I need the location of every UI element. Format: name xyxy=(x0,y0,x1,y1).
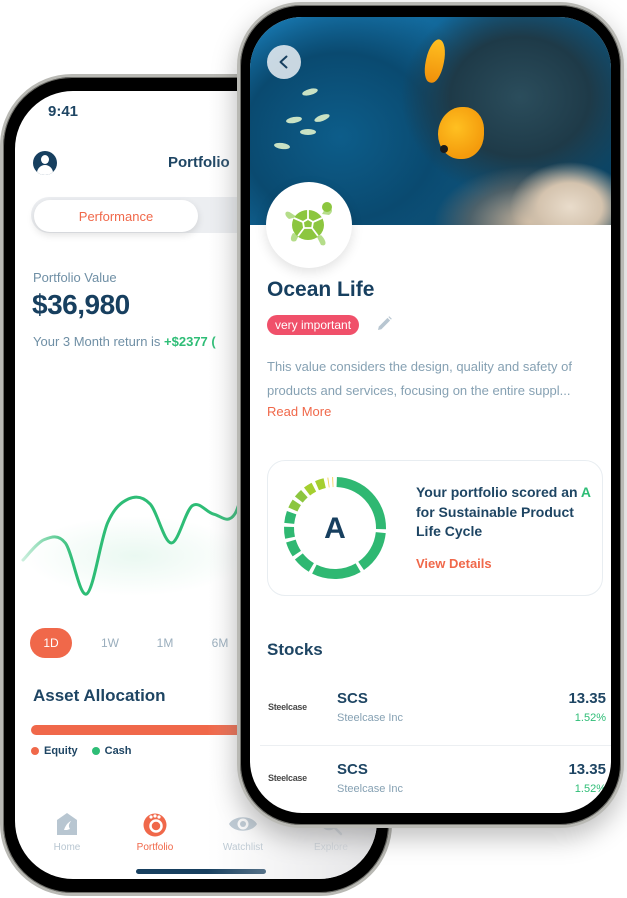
range-1d[interactable]: 1D xyxy=(30,628,72,658)
value-detail-phone: Ocean Life very important This value con… xyxy=(237,2,624,828)
small-fish-image xyxy=(313,112,331,124)
read-more-link[interactable]: Read More xyxy=(267,404,331,419)
stock-name: Steelcase Inc xyxy=(337,783,404,795)
time-range-selector: 1D 1W 1M 6M xyxy=(30,628,249,658)
stock-row[interactable]: Steelcase SCS Steelcase Inc 13.35 1.52% xyxy=(260,747,606,813)
chevron-left-icon xyxy=(279,55,288,69)
score-grade: A xyxy=(324,512,346,545)
stock-price: 13.35 xyxy=(568,761,606,778)
value-detail-screen: Ocean Life very important This value con… xyxy=(250,17,611,813)
allocation-legend: Equity Cash xyxy=(31,745,132,757)
asset-allocation-title: Asset Allocation xyxy=(33,686,166,705)
donut-segment xyxy=(294,553,315,572)
back-button[interactable] xyxy=(267,45,301,79)
legend-equity: Equity xyxy=(31,745,78,757)
pencil-icon[interactable] xyxy=(375,315,393,333)
donut-segment xyxy=(358,531,386,570)
company-logo: Steelcase xyxy=(268,773,307,783)
stock-ticker: SCS xyxy=(337,690,368,707)
value-title: Ocean Life xyxy=(267,278,375,301)
stock-ticker: SCS xyxy=(337,761,368,778)
page-title: Portfolio xyxy=(168,154,230,171)
score-donut: A xyxy=(284,477,386,579)
stock-name: Steelcase Inc xyxy=(337,712,404,724)
small-fish-image xyxy=(300,129,316,135)
cash-dot-icon xyxy=(91,747,100,756)
status-time: 9:41 xyxy=(48,103,79,120)
yellow-fish-image xyxy=(421,37,449,85)
range-1w[interactable]: 1W xyxy=(84,628,136,658)
score-card: A Your portfolio scored an A for Sustain… xyxy=(267,460,603,596)
donut-segment xyxy=(315,478,326,491)
value-description: This value considers the design, quality… xyxy=(267,359,572,398)
importance-badge: very important xyxy=(267,315,360,335)
profile-avatar-icon[interactable] xyxy=(33,151,57,175)
three-month-return: Your 3 Month return is +$2377 ( xyxy=(33,334,216,349)
return-amount: +$2377 ( xyxy=(164,334,216,349)
score-summary: Your portfolio scored an A for Sustainab… xyxy=(416,484,591,539)
stock-change: 1.52% xyxy=(574,712,606,724)
small-fish-image xyxy=(285,115,303,125)
portfolio-icon xyxy=(142,811,168,837)
donut-segment xyxy=(288,499,302,512)
donut-segment xyxy=(303,482,317,496)
donut-segment xyxy=(286,539,302,557)
stock-row[interactable]: Steelcase SCS Steelcase Inc 13.35 1.52% xyxy=(260,676,611,746)
equity-dot-icon xyxy=(31,747,39,756)
home-indicator xyxy=(136,869,266,874)
tab-portfolio[interactable]: Portfolio xyxy=(115,811,195,853)
tab-home[interactable]: Home xyxy=(27,811,107,853)
legend-cash: Cash xyxy=(91,745,132,757)
row-divider xyxy=(260,745,611,746)
value-icon-badge xyxy=(266,182,352,268)
view-details-link[interactable]: View Details xyxy=(416,556,492,571)
portfolio-value-label: Portfolio Value xyxy=(33,270,117,285)
donut-segment xyxy=(284,526,295,539)
home-icon xyxy=(54,811,80,837)
company-logo: Steelcase xyxy=(268,702,307,712)
stocks-title: Stocks xyxy=(267,640,323,659)
turtle-icon xyxy=(285,202,332,246)
return-label: Your 3 Month return is xyxy=(33,334,165,349)
donut-segment xyxy=(284,511,297,525)
donut-segment xyxy=(294,489,308,503)
chart-glow xyxy=(25,516,245,596)
butterflyfish-image xyxy=(438,107,484,159)
stock-price: 13.35 xyxy=(568,690,606,707)
score-grade-inline: A xyxy=(580,484,591,500)
portfolio-value: $36,980 xyxy=(32,289,130,320)
range-1m[interactable]: 1M xyxy=(139,628,191,658)
tab-performance[interactable]: Performance xyxy=(34,200,198,232)
donut-segment xyxy=(312,563,361,579)
small-fish-image xyxy=(301,87,319,97)
eye-icon xyxy=(229,811,257,837)
stock-change: 1.52% xyxy=(574,783,606,795)
small-fish-image xyxy=(273,141,291,151)
